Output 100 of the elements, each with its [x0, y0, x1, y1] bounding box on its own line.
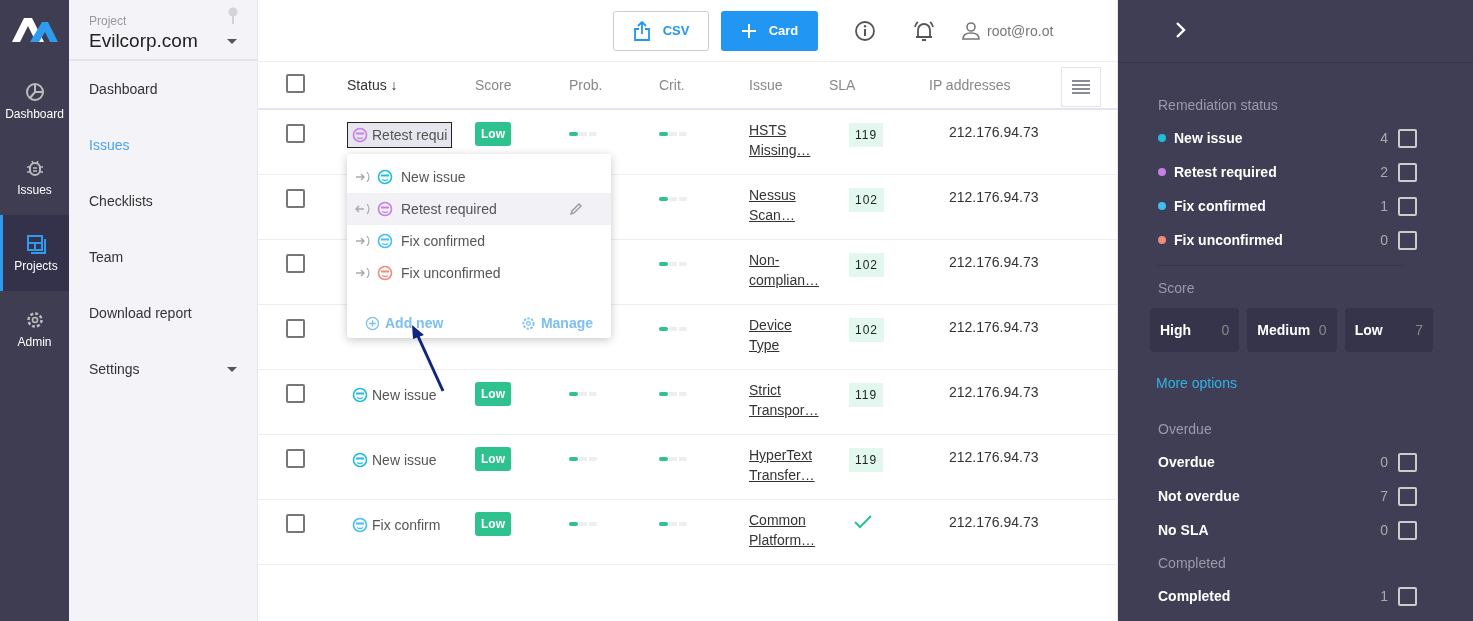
plus-icon [740, 22, 757, 39]
issue-link[interactable]: HSTS Missing… [749, 120, 819, 160]
criticality-meter [659, 327, 687, 331]
row-checkbox[interactable] [286, 514, 305, 533]
filter-label: No SLA [1158, 522, 1210, 538]
rail-nav-item[interactable]: Admin [0, 291, 69, 367]
rail-nav-item[interactable]: Issues [0, 139, 69, 215]
bell-icon[interactable] [912, 18, 936, 43]
user-icon [962, 21, 980, 40]
filter-checkbox[interactable] [1398, 486, 1417, 506]
row-checkbox[interactable] [286, 254, 305, 273]
share-icon [632, 20, 651, 41]
logo-icon [11, 18, 58, 42]
chevron-right-icon[interactable] [1175, 21, 1187, 39]
issue-link[interactable]: Non-complian… [749, 250, 819, 290]
status-face-icon [352, 387, 368, 403]
select-all-checkbox[interactable] [286, 74, 305, 93]
score-badge: Low [475, 122, 511, 146]
pencil-icon[interactable] [569, 202, 583, 216]
issue-link[interactable]: HyperText Transfer… [749, 445, 819, 485]
status-face-icon [377, 169, 393, 185]
score-filter-button[interactable]: Low 7 [1344, 308, 1433, 352]
filter-checkbox[interactable] [1398, 520, 1417, 540]
user-menu[interactable]: root@ro.ot [962, 21, 1054, 40]
filter-checkbox[interactable] [1398, 586, 1417, 606]
status-selector[interactable]: New issue [347, 447, 442, 473]
status-face-icon [352, 127, 368, 143]
filter-count: 1 [1380, 588, 1388, 604]
score-badge: Low [475, 512, 511, 536]
column-header[interactable]: Status ↓ [347, 77, 398, 93]
nav-item[interactable]: Download report [69, 285, 257, 341]
transition-arrow-icon [355, 235, 371, 247]
check-icon [853, 514, 873, 530]
filter-label: Completed [1158, 588, 1232, 604]
filter-checkbox[interactable] [1398, 196, 1417, 216]
criticality-meter [659, 522, 687, 526]
rail-nav-item[interactable]: Projects [0, 215, 69, 291]
ip-address: 212.176.94.73 [949, 449, 1039, 465]
criticality-meter [659, 457, 687, 461]
section-title: Completed [1158, 555, 1227, 571]
ip-address: 212.176.94.73 [949, 189, 1039, 205]
layout-icon [26, 233, 46, 254]
probability-meter [569, 522, 597, 526]
filter-count: 2 [1380, 164, 1388, 180]
status-selector[interactable]: New issue [347, 382, 442, 408]
score-filter-button[interactable]: High 0 [1150, 308, 1240, 352]
nav-item[interactable]: Team [69, 229, 257, 285]
ip-address: 212.176.94.73 [949, 319, 1039, 335]
sla-days-badge: 119 [849, 123, 884, 147]
menu-icon [1072, 80, 1090, 94]
issue-link[interactable]: Common Platform… [749, 510, 819, 550]
sla-days-badge: 119 [849, 448, 884, 472]
issue-link[interactable]: Nessus Scan… [749, 185, 819, 225]
column-header: Prob. [569, 77, 603, 93]
score-filter-button[interactable]: Medium 0 [1247, 308, 1337, 352]
filter-checkbox[interactable] [1398, 452, 1417, 472]
gear-icon [24, 309, 45, 330]
row-checkbox[interactable] [286, 384, 305, 403]
filter-checkbox[interactable] [1398, 230, 1417, 250]
gear-icon [520, 315, 536, 331]
status-option[interactable]: Fix unconfirmed [347, 257, 611, 289]
status-option[interactable]: Retest required [347, 193, 611, 225]
row-checkbox[interactable] [286, 124, 305, 143]
status-selector[interactable]: Fix confirm [347, 512, 446, 538]
column-header: Score [475, 77, 512, 93]
filter-count: 0 [1380, 454, 1388, 470]
status-face-icon [352, 517, 368, 533]
sla-days-badge: 102 [849, 188, 885, 212]
more-options-link[interactable]: More options [1156, 375, 1433, 391]
project-dropdown[interactable]: Evilcorp.com [89, 30, 237, 52]
filter-count: 0 [1380, 232, 1388, 248]
filter-checkbox[interactable] [1398, 128, 1417, 148]
nav-item[interactable]: Dashboard [69, 61, 257, 117]
project-label: Project [89, 14, 127, 28]
rail-nav-item[interactable]: Dashboard [0, 63, 69, 139]
row-checkbox[interactable] [286, 319, 305, 338]
nav-item[interactable]: Checklists [69, 173, 257, 229]
column-settings-button[interactable] [1061, 67, 1101, 107]
row-checkbox[interactable] [286, 449, 305, 468]
section-title: Score [1158, 280, 1196, 296]
issue-link[interactable]: Device Type [749, 315, 819, 355]
section-title: Overdue [1158, 421, 1213, 437]
filter-label: Overdue [1158, 454, 1216, 470]
row-checkbox[interactable] [286, 189, 305, 208]
score-badge: Low [475, 447, 511, 471]
status-selector[interactable]: Retest requi [347, 122, 453, 148]
pie-chart-icon [24, 81, 45, 102]
status-option[interactable]: Fix confirmed [347, 225, 611, 257]
filter-checkbox[interactable] [1398, 162, 1417, 182]
info-icon[interactable] [854, 19, 876, 42]
score-badge: Low [475, 382, 511, 406]
filter-label: New issue [1174, 130, 1244, 146]
filter-count: 4 [1380, 130, 1388, 146]
criticality-meter [659, 262, 687, 266]
sla-days-badge: 102 [849, 253, 885, 277]
status-option[interactable]: New issue [347, 161, 611, 193]
nav-item[interactable]: Settings [69, 341, 257, 397]
status-face-icon [377, 201, 393, 217]
issue-link[interactable]: Strict Transpor… [749, 380, 819, 420]
transition-arrow-icon [355, 171, 371, 183]
